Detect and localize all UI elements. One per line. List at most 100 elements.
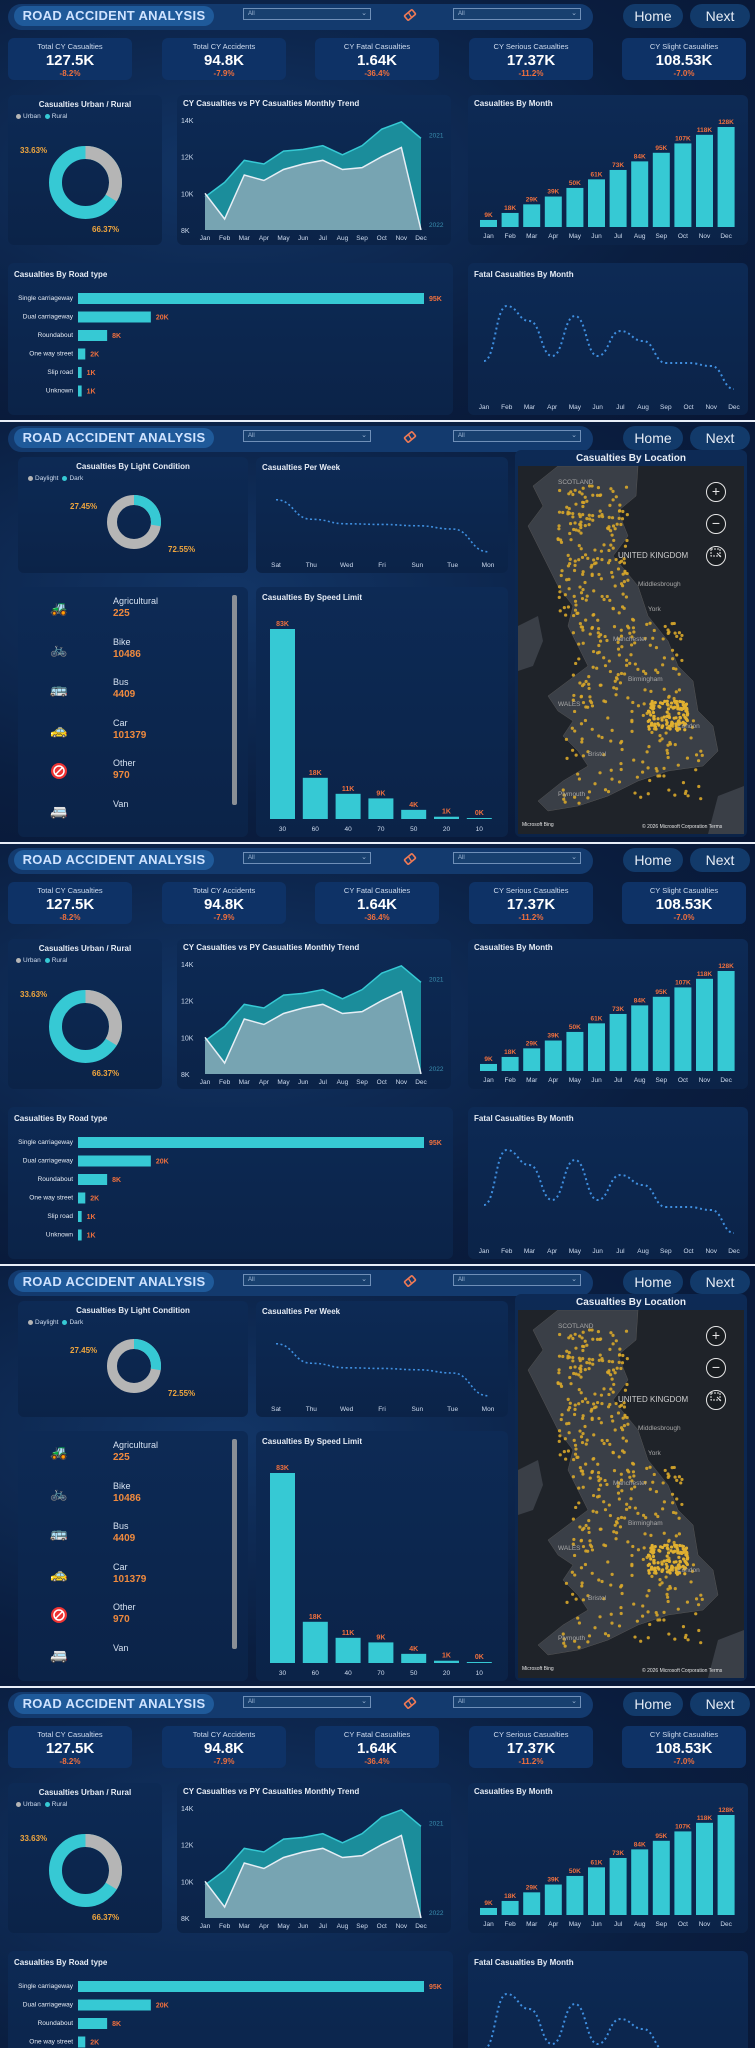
by-month-chart: 9K Jan 18K Feb 29K Mar 39K Apr 50K May 61K Jun 73K Ju… <box>480 1807 735 1928</box>
casualty-location-dot <box>681 706 686 711</box>
casualty-location-dot <box>590 572 594 576</box>
casualty-location-dot <box>611 498 615 502</box>
fatal-month-xtick: Apr <box>547 1248 558 1255</box>
casualty-location-dot <box>585 1361 589 1365</box>
next-button[interactable]: Next <box>690 1692 750 1716</box>
location-map[interactable]: SCOTLAND UNITED KINGDOM Middlesbrough York M… <box>518 1310 744 1678</box>
fatal-month-line <box>483 1992 662 2048</box>
casualty-location-dot <box>665 1546 669 1550</box>
home-button[interactable]: Home <box>623 1270 683 1294</box>
casualty-location-dot <box>587 1526 591 1530</box>
month-bar-label: 9K <box>484 212 493 219</box>
road-type-bar-label: 1K <box>87 389 96 396</box>
month-bar-label: 61K <box>591 1859 603 1866</box>
casualty-location-dot <box>651 1480 655 1484</box>
vehicle-value: 225 <box>113 608 130 619</box>
eraser-icon[interactable] <box>402 7 418 26</box>
filter-slicer-1[interactable]: All ⌄ <box>243 1696 371 1708</box>
casualty-location-dot <box>673 631 677 635</box>
casualty-location-dot <box>649 1533 653 1537</box>
casualty-location-dot <box>614 676 619 680</box>
location-map[interactable]: SCOTLAND UNITED KINGDOM Middlesbrough York M… <box>518 466 744 834</box>
casualty-location-dot <box>666 631 670 635</box>
casualty-location-dot <box>590 625 595 630</box>
map-selection-icon[interactable] <box>706 546 726 566</box>
fatal-month-xtick: Jun <box>592 1248 603 1255</box>
casualty-location-dot <box>575 1455 579 1459</box>
per-week-xtick: Fri <box>378 1406 386 1413</box>
home-button[interactable]: Home <box>623 426 683 450</box>
filter-slicer-2[interactable]: All ⌄ <box>453 852 581 864</box>
filter-slicer-1[interactable]: All ⌄ <box>243 852 371 864</box>
casualty-location-dot <box>578 1429 582 1433</box>
map-zoom-in-button[interactable]: + <box>706 482 726 502</box>
casualty-location-dot <box>600 513 604 517</box>
month-bar-label: 84K <box>634 153 646 160</box>
home-button[interactable]: Home <box>623 4 683 28</box>
trend-xtick: May <box>277 1923 290 1930</box>
home-button[interactable]: Home <box>623 1692 683 1716</box>
month-bar <box>674 987 692 1071</box>
trend-xtick: Mar <box>239 1923 251 1930</box>
overview-dashboard-page: ROAD ACCIDENT ANALYSIS All ⌄ All ⌄ Home Ne… <box>0 1688 755 2048</box>
casualty-location-dot <box>581 754 585 758</box>
casualty-location-dot <box>658 1583 662 1587</box>
next-button[interactable]: Next <box>690 1270 750 1294</box>
month-bar <box>652 1840 670 1915</box>
filter-slicer-1[interactable]: All ⌄ <box>243 8 371 20</box>
casualty-location-dot <box>612 686 616 690</box>
eraser-icon[interactable] <box>402 1695 418 1714</box>
next-button[interactable]: Next <box>690 4 750 28</box>
casualty-location-dot <box>622 672 627 676</box>
casualty-location-dot <box>581 1598 585 1602</box>
filter-slicer-1[interactable]: All ⌄ <box>243 430 371 442</box>
month-bar <box>717 971 735 1071</box>
road-type-chart: Single carriageway 95K Dual carriageway 20K… <box>18 293 442 397</box>
speed-bar-label: 11K <box>342 786 354 793</box>
kpi-value: 17.37K <box>506 52 556 69</box>
casualty-location-dot <box>633 662 637 666</box>
casualty-location-dot <box>647 745 651 749</box>
road-type-category: Dual carriageway <box>23 314 74 321</box>
casualty-location-dot <box>616 1411 621 1415</box>
vehicle-list-item: 🚐 Van <box>18 797 238 829</box>
next-button[interactable]: Next <box>690 848 750 872</box>
eraser-icon[interactable] <box>402 851 418 870</box>
map-zoom-in-button[interactable]: + <box>706 1326 726 1346</box>
casualty-location-dot <box>618 503 622 507</box>
per-week-panel: Casualties Per Week Sat Thu Wed Fri Sun Tue Mon <box>256 457 508 573</box>
casualty-location-dot <box>581 1356 585 1361</box>
casualty-location-dot <box>648 778 652 783</box>
vehicle-type-panel: 🚜 Agricultural 225 🚲 Bike 10486 🚌 Bus 4409 🚕 Car 10… <box>18 1431 248 1681</box>
filter-slicer-2[interactable]: All ⌄ <box>453 1274 581 1286</box>
filter-slicer-1[interactable]: All ⌄ <box>243 1274 371 1286</box>
speed-bar <box>302 1621 328 1663</box>
map-zoom-out-button[interactable]: − <box>706 514 726 534</box>
road-type-bar-label: 95K <box>429 296 442 303</box>
casualty-location-dot <box>605 1438 609 1443</box>
filter-slicer-2[interactable]: All ⌄ <box>453 430 581 442</box>
eraser-icon[interactable] <box>402 429 418 448</box>
map-selection-icon[interactable] <box>706 1390 726 1410</box>
next-button[interactable]: Next <box>690 426 750 450</box>
casualty-location-dot <box>598 771 602 775</box>
trend-xtick: Mar <box>239 235 251 242</box>
casualty-location-dot <box>611 524 616 528</box>
casualty-location-dot <box>661 1507 665 1511</box>
filter-slicer-2[interactable]: All ⌄ <box>453 1696 581 1708</box>
casualty-location-dot <box>595 651 600 655</box>
trend-ytick: 12K <box>181 155 194 162</box>
month-bar <box>588 179 605 227</box>
casualty-location-dot <box>662 766 666 770</box>
filter-slicer-2[interactable]: All ⌄ <box>453 8 581 20</box>
rural-pct-label: 66.37% <box>92 1913 120 1922</box>
casualty-location-dot <box>581 504 585 509</box>
casualty-location-dot <box>590 1548 595 1552</box>
home-button[interactable]: Home <box>623 848 683 872</box>
map-zoom-out-button[interactable]: − <box>706 1358 726 1378</box>
casualty-location-dot <box>645 622 649 626</box>
eraser-icon[interactable] <box>402 1273 418 1292</box>
map-place-label: London <box>678 723 700 730</box>
casualty-location-dot <box>611 1419 615 1423</box>
legend-urban: Urban <box>23 1801 41 1808</box>
